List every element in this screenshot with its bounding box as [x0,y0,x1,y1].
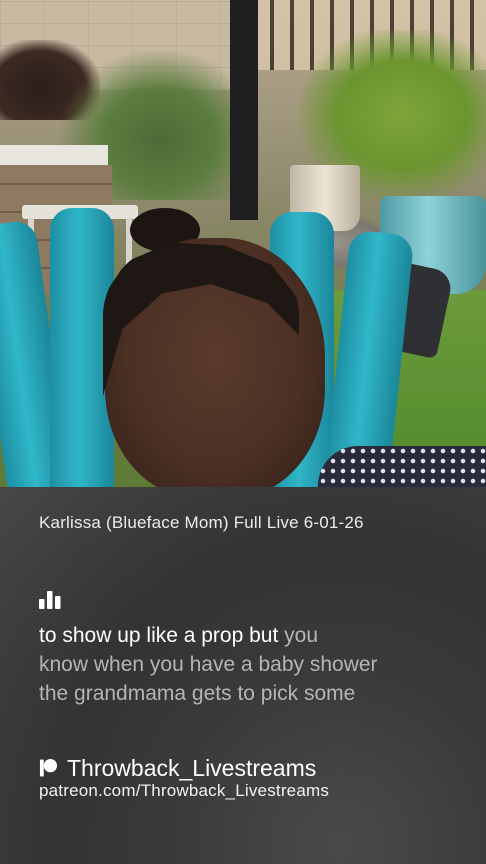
patreon-icon [39,758,58,777]
pole [230,0,258,220]
caption-line-1: to show up like a prop but you [39,621,459,650]
live-caption: to show up like a prop but you know when… [39,621,459,708]
caption-upcoming-text: you [278,624,319,647]
stream-title: Karlissa (Blueface Mom) Full Live 6-01-2… [39,513,364,532]
brand-row[interactable]: Throwback_Livestreams [39,753,316,783]
caption-line-3: the grandmama gets to pick some [39,682,356,705]
info-panel: Karlissa (Blueface Mom) Full Live 6-01-2… [0,487,486,864]
caption-line-2: know when you have a baby shower [39,653,378,676]
video-frame[interactable] [0,0,486,487]
screen: Karlissa (Blueface Mom) Full Live 6-01-2… [0,0,486,864]
caption-spoken-text: to show up like a prop but [39,624,279,647]
brand-url-link[interactable]: patreon.com/Throwback_Livestreams [39,781,329,801]
bar-chart-icon [39,591,61,609]
patterned-shirt [318,446,486,487]
brand-name[interactable]: Throwback_Livestreams [67,755,316,782]
